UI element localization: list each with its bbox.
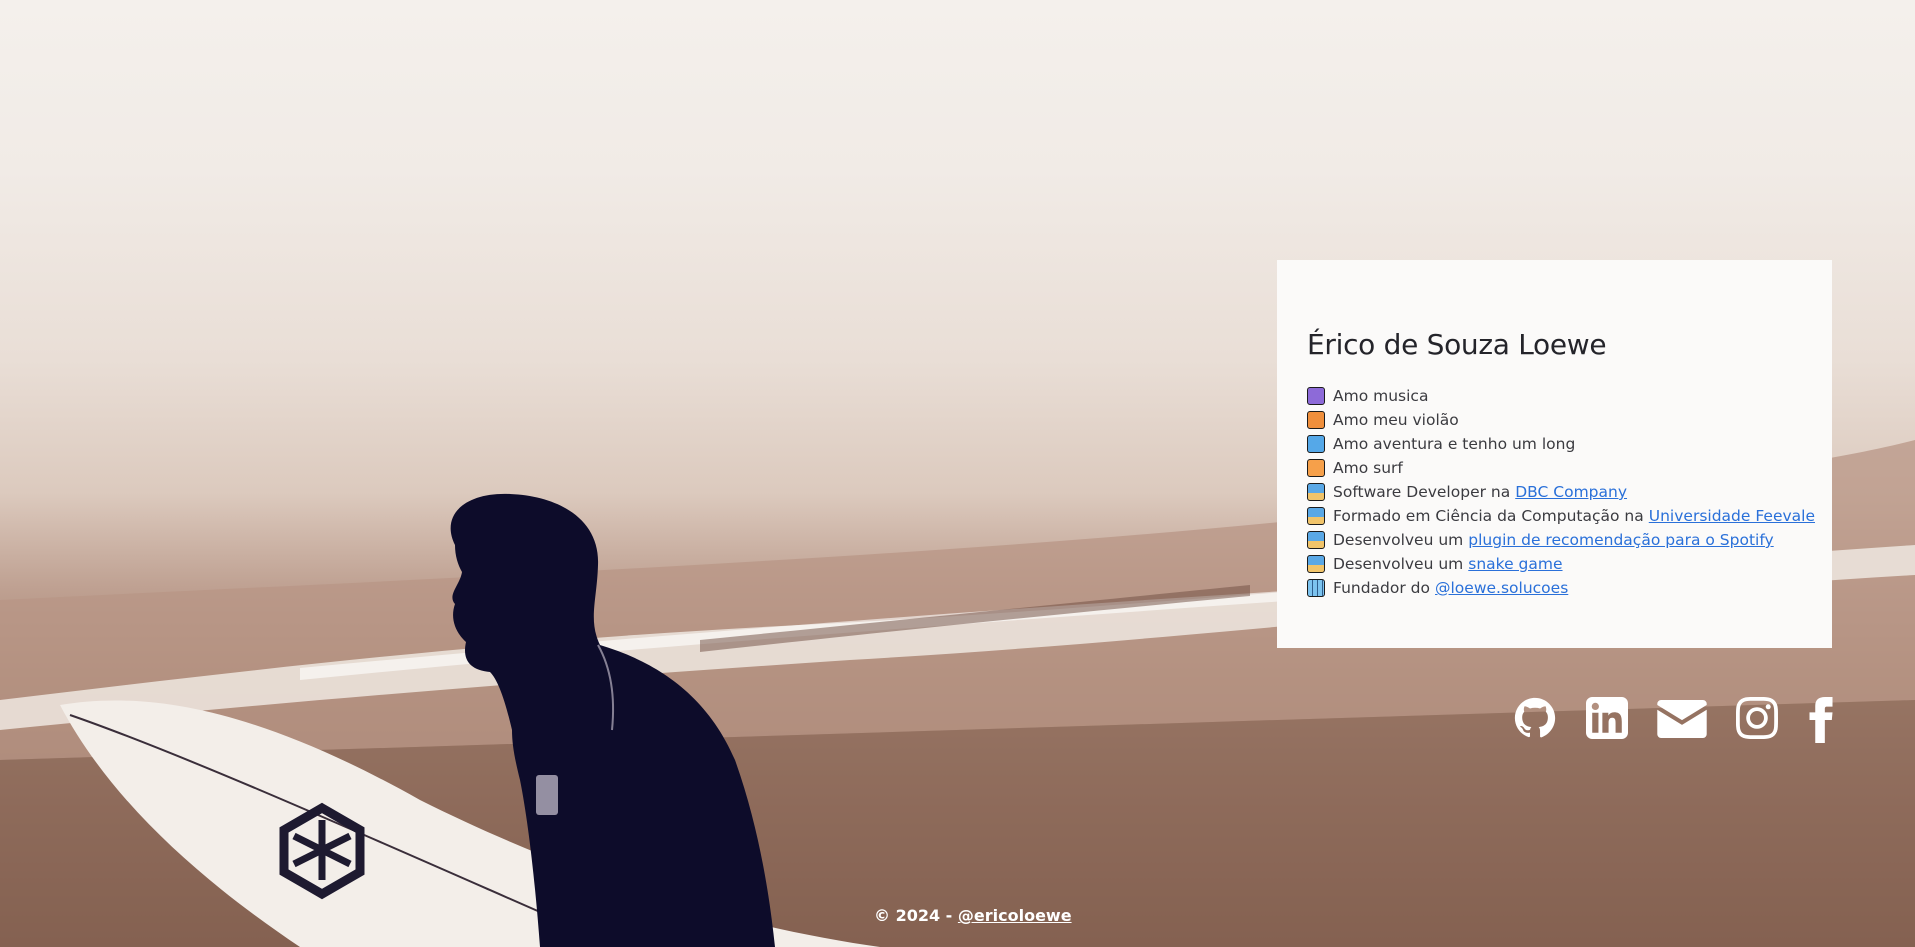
surfer-emoji-icon (1307, 459, 1325, 477)
list-item: Software Developer na DBC Company (1307, 480, 1802, 504)
snake-game-link[interactable]: snake game (1468, 552, 1562, 576)
list-item-text: Amo aventura e tenho um long (1333, 435, 1576, 453)
footer: © 2024 - @ericoloewe (874, 906, 1072, 925)
spotify-plugin-link[interactable]: plugin de recomendação para o Spotify (1468, 528, 1773, 552)
list-item: Amo musica (1307, 384, 1802, 408)
profile-name: Érico de Souza Loewe (1307, 328, 1607, 361)
list-item: Fundador do @loewe.solucoes (1307, 576, 1802, 600)
feevale-link[interactable]: Universidade Feevale (1649, 504, 1815, 528)
dbc-company-link[interactable]: DBC Company (1515, 480, 1627, 504)
bio-list: Amo musica Amo meu violão Amo aventura e… (1307, 384, 1815, 600)
list-item-text: Amo meu violão (1333, 411, 1459, 429)
facebook-icon[interactable] (1808, 697, 1834, 747)
list-item-text: Software Developer na (1333, 483, 1511, 501)
list-item: Amo surf (1307, 456, 1802, 480)
github-icon[interactable] (1514, 697, 1556, 743)
list-item-text: Desenvolveu um (1333, 531, 1464, 549)
list-item: Amo meu violão (1307, 408, 1802, 432)
linkedin-icon[interactable] (1586, 697, 1628, 743)
list-item: Formado em Ciência da Computação na Univ… (1307, 504, 1815, 528)
technologist-emoji-icon (1307, 483, 1325, 501)
list-item: Desenvolveu um plugin de recomendação pa… (1307, 528, 1802, 552)
list-item-text: Amo surf (1333, 459, 1403, 477)
bio-card: Érico de Souza Loewe Amo musica Amo meu … (1277, 260, 1832, 648)
musical-note-emoji-icon (1307, 387, 1325, 405)
technologist-emoji-icon (1307, 507, 1325, 525)
copyright-text: © 2024 - (874, 906, 953, 925)
office-building-emoji-icon (1307, 579, 1325, 597)
technologist-emoji-icon (1307, 531, 1325, 549)
skateboard-emoji-icon (1307, 435, 1325, 453)
list-item-text: Amo musica (1333, 387, 1429, 405)
list-item: Desenvolveu um snake game (1307, 552, 1802, 576)
footer-handle-link[interactable]: @ericoloewe (958, 906, 1072, 925)
list-item-text: Fundador do (1333, 579, 1430, 597)
loewe-solucoes-link[interactable]: @loewe.solucoes (1435, 576, 1568, 600)
instagram-icon[interactable] (1736, 697, 1778, 743)
technologist-emoji-icon (1307, 555, 1325, 573)
list-item-text: Formado em Ciência da Computação na (1333, 507, 1644, 525)
list-item-text: Desenvolveu um (1333, 555, 1464, 573)
list-item: Amo aventura e tenho um long (1307, 432, 1802, 456)
guitar-emoji-icon (1307, 411, 1325, 429)
envelope-icon[interactable] (1657, 700, 1707, 742)
